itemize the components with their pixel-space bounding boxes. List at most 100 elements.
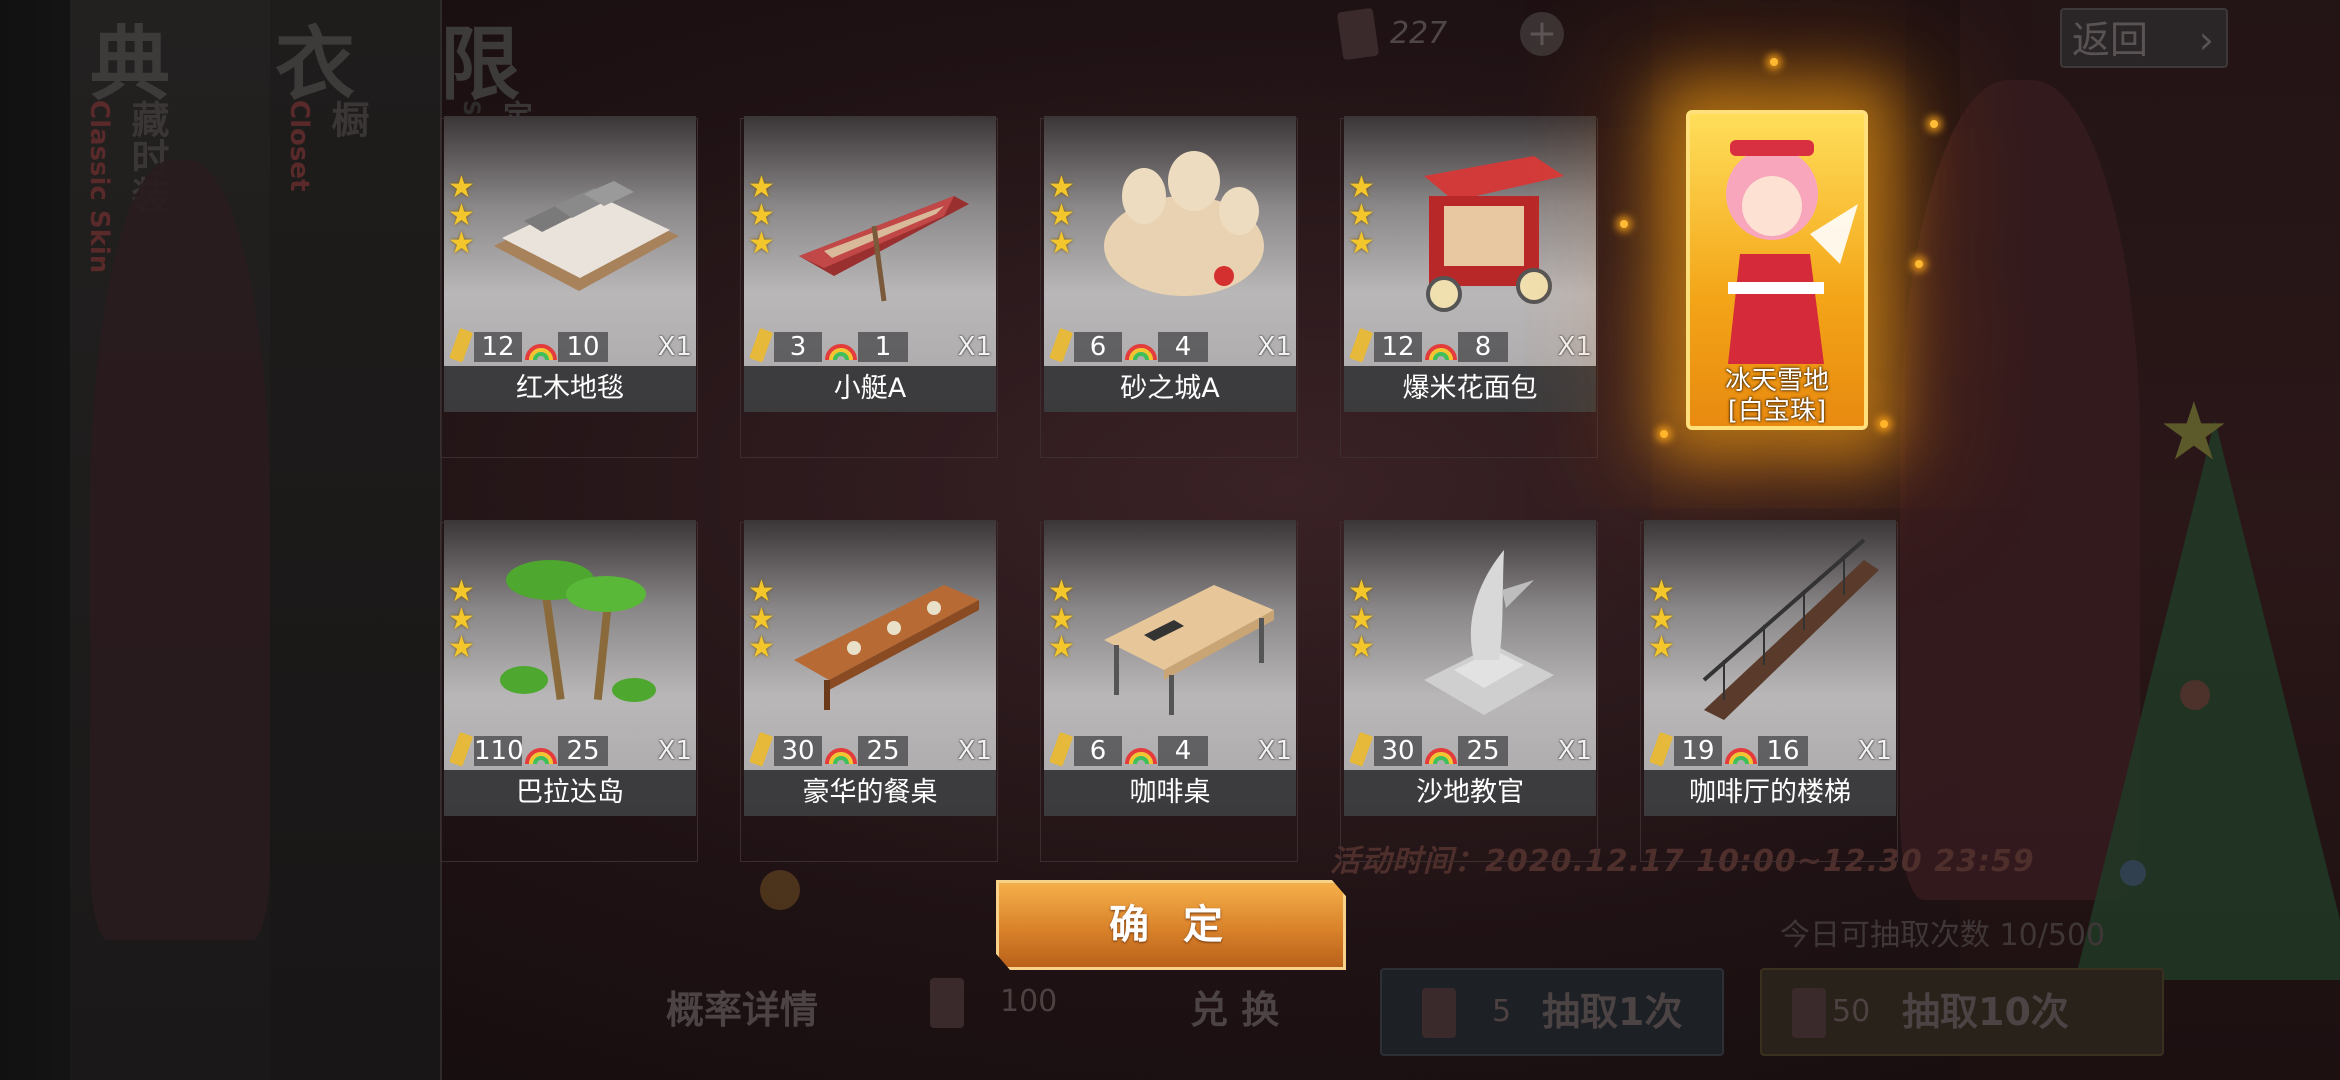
rarity-stars: ★ ★ ★ [1348,574,1375,665]
draw-once-button[interactable]: 5 抽取1次 [1380,968,1724,1056]
beauty-value: 8 [1458,332,1508,362]
beauty-value: 25 [558,736,608,766]
quantity: X1 [957,736,992,766]
reward-name: 咖啡桌 [1044,770,1296,816]
rainbow-icon [525,748,557,765]
rarity-stars: ★ ★ ★ [1348,170,1375,261]
reward-card-luxury-dining-table[interactable]: ★ ★ ★ 30 25 X1 豪华的餐桌 [744,520,996,816]
rarity-stars: ★ ★ ★ [1648,574,1675,665]
stat-row: 12 10 X1 [444,328,696,364]
sparkle-icon [1930,120,1938,128]
quantity: X1 [657,332,692,362]
draw-ten-button[interactable]: 50 抽取10次 [1760,968,2164,1056]
character-skin-subtitle: [白宝珠] [1727,396,1827,426]
reward-card-character-skin[interactable]: 冰天雪地 [白宝珠] [1686,110,1868,430]
quantity: X1 [1557,332,1592,362]
comfort-value: 6 [1074,332,1122,362]
tab-closet-en: Closet [284,100,314,192]
draw-ten-label: 抽取10次 [1902,990,2069,1034]
rainbow-icon [825,344,857,361]
rainbow-icon [825,748,857,765]
beauty-value: 4 [1158,332,1208,362]
ornament-icon [760,870,800,910]
rarity-stars: ★ ★ ★ [748,170,775,261]
bed-icon [494,181,679,291]
sparkle-icon [1620,220,1628,228]
daily-draw-count: 今日可抽取次数 10/500 [1780,918,2106,953]
popcorn-cart-icon [1424,156,1564,312]
tab-classic-skin-en: Classic Skin [84,100,114,274]
probability-details-link[interactable]: 概率详情 [666,960,818,1060]
rarity-stars: ★ ★ ★ [748,574,775,665]
background-character-left [90,160,270,940]
comfort-value: 3 [774,332,822,362]
rarity-stars: ★ ★ ★ [1048,170,1075,261]
stat-row: 19 16 X1 [1644,732,1896,768]
ticket-icon [1792,988,1826,1038]
reward-card-cafe-staircase[interactable]: ★ ★ ★ 19 16 X1 咖啡厅的楼梯 [1644,520,1896,816]
rarity-stars: ★ ★ ★ [1048,574,1075,665]
palm-tree-icon [500,560,656,702]
ornament-icon [2180,680,2210,710]
reward-name: 巴拉达岛 [444,770,696,816]
quantity: X1 [1557,736,1592,766]
reward-name: 沙地教官 [1344,770,1596,816]
comfort-value: 30 [774,736,822,766]
tab-closet-char: 衣 [275,17,355,111]
draw-once-cost: 5 [1492,994,1512,1029]
comfort-value: 12 [474,332,522,362]
add-currency-button[interactable]: + [1520,12,1564,56]
rainbow-icon [525,344,557,361]
return-button[interactable]: 返回 › [2060,8,2228,68]
comfort-value: 110 [474,736,524,766]
quantity: X1 [657,736,692,766]
stat-row: 3 1 X1 [744,328,996,364]
draw-once-label: 抽取1次 [1542,990,1683,1034]
tree-star-icon: ★ [2158,385,2230,478]
reward-card-boat-a[interactable]: ★ ★ ★ 3 1 X1 小艇A [744,116,996,412]
bottom-action-bar: 概率详情 100 兑 换 5 抽取1次 50 抽取10次 [600,960,2164,1060]
currency-count: 227 [1390,16,1448,51]
tab-special-char: 限 [440,17,520,111]
beauty-value: 25 [1458,736,1508,766]
ticket-icon [1336,7,1380,61]
rainbow-icon [1425,344,1457,361]
quantity: X1 [957,332,992,362]
draw-ten-cost: 50 [1832,994,1871,1029]
staircase-icon [1702,538,1879,720]
dining-table-icon [794,585,979,710]
rainbow-icon [1425,748,1457,765]
tab-classic-skin-char: 典 [90,17,170,111]
beauty-value: 1 [858,332,908,362]
reward-name: 小艇A [744,366,996,412]
rarity-stars: ★ ★ ★ [448,574,475,665]
sparkle-icon [1770,58,1778,66]
reward-card-barada-island[interactable]: ★ ★ ★ 110 25 X1 巴拉达岛 [444,520,696,816]
ornament-icon [2120,860,2146,886]
chevron-right-icon: › [2198,18,2214,62]
beauty-value: 25 [858,736,908,766]
reward-card-sand-instructor[interactable]: ★ ★ ★ 30 25 X1 沙地教官 [1344,520,1596,816]
reward-card-sandcastle-a[interactable]: ★ ★ ★ 6 4 X1 砂之城A [1044,116,1296,412]
sparkle-icon [1880,420,1888,428]
reward-name: 咖啡厅的楼梯 [1644,770,1896,816]
confirm-button[interactable]: 确 定 [996,880,1346,970]
reward-name: 红木地毯 [444,366,696,412]
exchange-button[interactable]: 兑 换 [1190,960,1279,1060]
comfort-value: 30 [1374,736,1422,766]
exchange-token-icon [930,978,964,1028]
beauty-value: 10 [558,332,608,362]
quantity: X1 [1257,736,1292,766]
reward-card-rosewood-carpet[interactable]: ★ ★ ★ 12 10 X1 红木地毯 [444,116,696,412]
sparkle-icon [1660,430,1668,438]
tab-closet[interactable]: 衣 橱 Closet [270,0,442,1080]
reward-card-popcorn-bread[interactable]: ★ ★ ★ 12 8 X1 爆米花面包 [1344,116,1596,412]
quantity: X1 [1257,332,1292,362]
reward-card-coffee-table[interactable]: ★ ★ ★ 6 4 X1 咖啡桌 [1044,520,1296,816]
beauty-value: 4 [1158,736,1208,766]
rainbow-icon [1725,748,1757,765]
reward-name: 豪华的餐桌 [744,770,996,816]
quantity: X1 [1857,736,1892,766]
sparkle-icon [1915,260,1923,268]
return-label: 返回 [2072,18,2149,62]
